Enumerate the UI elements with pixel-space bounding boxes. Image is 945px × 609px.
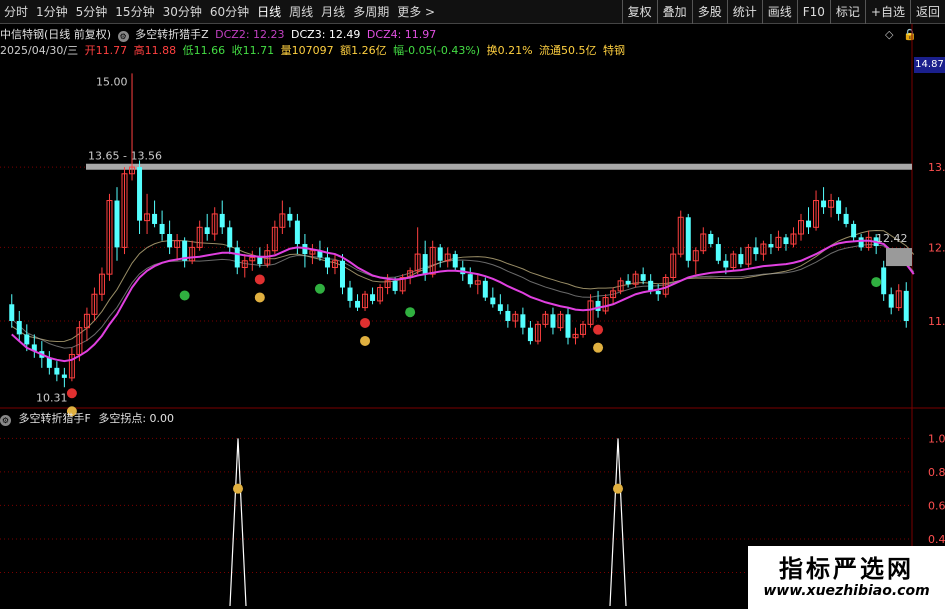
candle-body: [625, 280, 631, 285]
y-tick-label: 12.4: [928, 241, 945, 254]
candle-body: [768, 244, 774, 248]
candle-body: [783, 237, 789, 245]
candle-body: [114, 200, 120, 248]
candle-body: [54, 367, 60, 375]
watermark-title: 指标严选网: [779, 555, 914, 583]
low-annotation: 10.31: [36, 391, 68, 404]
candle-body: [159, 223, 165, 234]
sub-y-tick-label: 0.4: [928, 533, 945, 546]
money-bag-icon: [360, 335, 371, 346]
high-annotation: 15.00: [96, 75, 128, 88]
current-annotation: 12.42: [876, 232, 908, 245]
candle-body: [422, 254, 428, 275]
candle-body: [347, 287, 353, 301]
candle-body: [520, 314, 526, 328]
candle-body: [137, 167, 143, 221]
candle-body: [46, 357, 52, 368]
candle-body: [685, 217, 691, 261]
sell-signal-icon: [593, 324, 604, 335]
candle-body: [505, 310, 511, 321]
candle-body: [648, 280, 654, 291]
candle-body: [370, 294, 376, 301]
candle-body: [61, 374, 67, 378]
candle-body: [851, 223, 857, 238]
pulse-line: [609, 438, 627, 607]
candle-body: [821, 200, 827, 208]
y-tick-label: 13.6: [928, 161, 945, 174]
sub-indicator-name[interactable]: 多空转折猎手F: [19, 412, 91, 425]
candle-body: [452, 254, 458, 268]
dcz2-line: [11, 239, 915, 363]
band-label: 13.65 - 13.56: [88, 150, 162, 163]
candle-body: [324, 257, 330, 268]
money-bag-icon: [593, 342, 604, 353]
candle-body: [806, 220, 812, 228]
candle-body: [482, 280, 488, 298]
candle-body: [655, 290, 661, 295]
candle-body: [152, 213, 158, 224]
candle-body: [234, 247, 240, 268]
indicator-icon[interactable]: ⚙: [0, 415, 11, 426]
pulse-line: [229, 438, 247, 607]
candle-body: [888, 294, 894, 308]
candle-body: [355, 300, 361, 308]
current-price-block: [886, 248, 912, 267]
candle-body: [490, 297, 496, 305]
money-bag-icon: [613, 483, 623, 494]
candle-body: [9, 304, 15, 321]
candle-body: [858, 237, 864, 248]
candle-body: [497, 304, 503, 311]
sell-signal-icon: [360, 317, 371, 328]
y-tick-label: 11.3: [928, 315, 945, 328]
sub-y-tick-label: 0.6: [928, 499, 945, 512]
candle-body: [294, 220, 300, 245]
candle-body: [24, 334, 30, 345]
price-chart: 13.6 12.4 11.3 13.65 - 13.56 15.00 10.31 12.42…: [0, 24, 945, 609]
candle-body: [392, 280, 398, 291]
candle-body: [550, 314, 556, 328]
watermark-url: www.xuezhibiao.com: [763, 583, 930, 599]
candle-body: [843, 213, 849, 224]
sub-y-tick-label: 0.8: [928, 466, 945, 479]
money-bag-icon: [233, 483, 243, 494]
buy-signal-icon: [179, 290, 190, 301]
candle-body: [257, 257, 263, 265]
candle-body: [219, 213, 225, 228]
money-bag-icon: [254, 292, 265, 303]
candle-body: [723, 260, 729, 268]
candle-body: [227, 227, 233, 248]
candle-body: [595, 300, 601, 311]
sell-signal-icon: [254, 274, 265, 285]
candle-body: [753, 247, 759, 255]
candle-body: [881, 267, 887, 295]
candle-body: [287, 213, 293, 221]
candle-body: [467, 274, 473, 285]
candle-body: [836, 200, 842, 214]
candle-body: [565, 314, 571, 338]
sr-band: [86, 163, 912, 170]
candle-body: [339, 260, 345, 288]
candle-body: [903, 290, 909, 321]
candle-body: [708, 234, 714, 245]
buy-signal-icon: [405, 307, 416, 318]
sub-indicator-value: 多空拐点: 0.00: [98, 412, 175, 425]
candle-body: [715, 244, 721, 261]
buy-signal-icon: [871, 277, 882, 288]
candle-body: [527, 327, 533, 342]
sell-signal-icon: [66, 388, 77, 399]
candle-body: [437, 247, 443, 261]
dcz4-line: [11, 243, 915, 349]
candle-body: [167, 234, 173, 248]
watermark: 指标严选网 www.xuezhibiao.com: [748, 546, 945, 609]
candle-body: [204, 227, 210, 234]
candle-body: [640, 274, 646, 281]
sub-chart-header: ⚙ 多空转折猎手F 多空拐点: 0.00: [0, 410, 600, 426]
sub-y-tick-label: 1.0: [928, 432, 945, 445]
buy-signal-icon: [314, 283, 325, 294]
candle-body: [16, 321, 22, 335]
candle-body: [738, 254, 744, 265]
